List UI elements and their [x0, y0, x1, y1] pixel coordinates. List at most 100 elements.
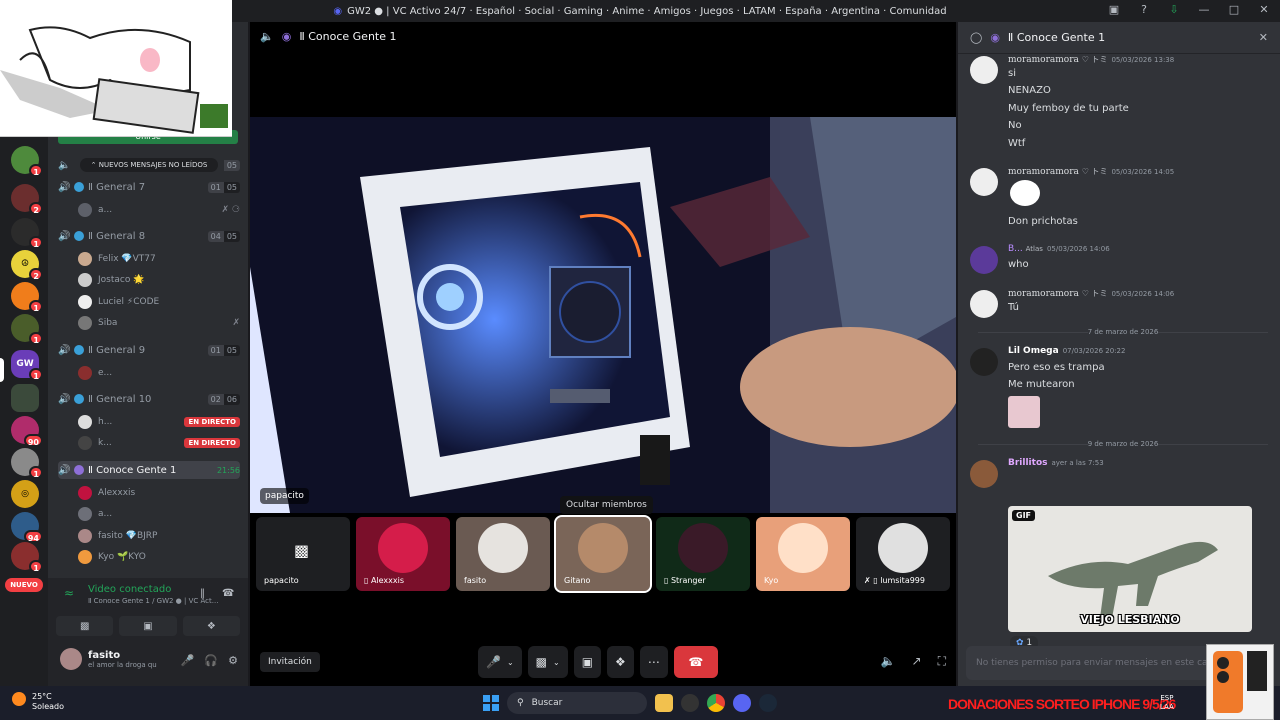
participant-tile[interactable]: Kyo — [756, 517, 850, 591]
user-name: h... — [98, 417, 113, 427]
avatar — [478, 523, 528, 573]
server-icon[interactable] — [11, 384, 39, 412]
voice-user[interactable]: a... — [78, 504, 240, 524]
channel-conoce-gente-1[interactable]: 🔊 Ⅱ Conoce Gente 1 21:56 — [58, 461, 240, 479]
camera-off-button[interactable]: ▩ — [56, 616, 114, 636]
gif-attachment[interactable]: GIF VIEJO LESBIANO — [1008, 506, 1252, 632]
voice-user[interactable]: Siba ✗ — [78, 313, 240, 333]
chevron-down-icon: ⌄ — [506, 657, 514, 667]
camera-button[interactable]: ▩ ⌄ — [527, 646, 568, 678]
weather-text: Soleado — [32, 702, 64, 711]
voice-user[interactable]: Alexxxis — [78, 483, 240, 503]
server-icon[interactable]: ☮ 2 — [11, 250, 43, 281]
invite-button[interactable]: Invitación — [260, 652, 320, 672]
voice-user[interactable]: h... EN DIRECTO — [78, 412, 240, 432]
server-icon[interactable]: ◎ — [11, 480, 39, 508]
voice-user[interactable]: k... EN DIRECTO — [78, 433, 240, 453]
share-screen-button[interactable]: ▣ — [573, 646, 602, 678]
server-icon[interactable]: 1 — [11, 448, 43, 479]
mention-badge: 1 — [29, 560, 43, 573]
participant-tile[interactable]: ▯ Alexxxis — [356, 517, 450, 591]
voice-user[interactable]: Felix 💎VT77 — [78, 249, 240, 269]
language-indicator[interactable]: ESP LAA — [1160, 694, 1174, 712]
volume-icon[interactable]: 🔈 — [881, 654, 896, 669]
voice-status: Video conectado — [88, 584, 172, 595]
message-text: Pero eso es trampa — [1008, 362, 1105, 373]
weather-widget[interactable]: 25°C Soleado — [12, 692, 64, 712]
phone-icon: ▯ — [364, 576, 371, 585]
file-explorer-icon[interactable] — [655, 694, 673, 712]
member-count: 01 05 — [207, 344, 240, 356]
disconnect-icon[interactable]: ☎ — [222, 588, 234, 599]
close-window-button[interactable]: ✕ — [1256, 3, 1272, 16]
channel-general-7[interactable]: 🔊 Ⅱ General 7 01 05 — [58, 178, 240, 196]
globe-icon — [74, 345, 84, 355]
voice-panel: ≈ Video conectado Ⅱ Conoce Gente 1 / GW2… — [48, 578, 248, 686]
settings-gear-icon[interactable]: ⚙ — [228, 654, 238, 667]
close-icon[interactable]: ✕ — [1259, 31, 1268, 44]
participant-tile[interactable]: Gitano — [554, 515, 652, 593]
voice-user[interactable]: Luciel ⚡CODE — [78, 292, 240, 312]
hang-up-button[interactable]: ☎ — [673, 646, 718, 678]
fullscreen-icon[interactable]: ⛶ — [938, 654, 946, 669]
participant-name: fasito — [464, 576, 487, 585]
steam-icon[interactable] — [759, 694, 777, 712]
headphones-icon[interactable]: 🎧 — [204, 654, 218, 667]
app-icon[interactable] — [681, 694, 699, 712]
voice-user[interactable]: a... ✗ ⚆ — [78, 200, 240, 220]
start-button[interactable] — [483, 695, 499, 711]
minimize-button[interactable]: — — [1196, 3, 1212, 16]
activities-button[interactable]: ❖ — [607, 646, 634, 678]
server-icon[interactable]: 94 — [11, 512, 43, 543]
maximize-button[interactable]: □ — [1226, 3, 1242, 16]
server-icon[interactable]: 1 — [11, 314, 43, 345]
server-icon[interactable]: 90 — [11, 416, 43, 447]
stage-header: 🔈 ◉ Ⅱ Conoce Gente 1 — [260, 30, 397, 43]
participant-tile[interactable]: ▯ Stranger — [656, 517, 750, 591]
activities-button[interactable]: ❖ — [182, 616, 240, 636]
server-icon[interactable]: 1 — [11, 218, 43, 249]
microphone-button[interactable]: 🎤 ⌄ — [478, 646, 522, 678]
channel-general-8[interactable]: 🔊 Ⅱ General 8 04 05 — [58, 227, 240, 245]
count-a: 02 — [207, 393, 224, 405]
server-gw2-icon[interactable]: GW 1 — [11, 350, 43, 381]
current-user[interactable]: fasito el amor la droga qu — [60, 648, 157, 670]
voice-user[interactable]: Jostaco 🌟 — [78, 270, 240, 290]
channel-general-10[interactable]: 🔊 Ⅱ General 10 02 06 — [58, 390, 240, 408]
avatar — [970, 246, 998, 274]
avatar — [778, 523, 828, 573]
globe-icon — [74, 182, 84, 192]
member-count: 04 05 — [207, 230, 240, 242]
voice-channel[interactable]: Ⅱ Conoce Gente 1 / GW2 ● | VC Act... — [88, 597, 218, 605]
participant-tile[interactable]: ✗ ▯ lumsita999 — [856, 517, 950, 591]
server-icon[interactable]: 1 — [11, 282, 43, 313]
voice-user[interactable]: Kyo 🌱KYO — [78, 547, 240, 567]
download-icon[interactable]: ⇩ — [1166, 3, 1182, 16]
server-icon[interactable]: 1 — [11, 542, 43, 573]
inbox-icon[interactable]: ▣ — [1106, 3, 1122, 16]
voice-user[interactable]: fasito 💎BJRP — [78, 526, 240, 546]
image-attachment[interactable] — [1008, 396, 1040, 428]
server-icon[interactable]: 1 — [11, 146, 43, 177]
speaker-icon: 🔊 — [58, 393, 71, 405]
taskbar-search[interactable]: ⚲ Buscar — [507, 692, 647, 714]
participant-tile[interactable]: ▩ papacito — [256, 517, 350, 591]
message-author: moramoramora — [1008, 289, 1079, 299]
popout-icon[interactable]: ↗ — [912, 654, 922, 669]
microphone-icon[interactable]: 🎤 — [181, 654, 195, 667]
share-screen-button[interactable]: ▣ — [119, 616, 177, 636]
participant-tile[interactable]: fasito — [456, 517, 550, 591]
more-button[interactable]: ⋯ — [639, 646, 668, 678]
chrome-icon[interactable] — [707, 694, 725, 712]
channel-general-9[interactable]: 🔊 Ⅱ General 9 01 05 — [58, 341, 240, 359]
noise-icon[interactable]: ‖ — [200, 588, 205, 599]
video-stream[interactable]: papacito — [250, 117, 956, 513]
discord-icon[interactable] — [733, 694, 751, 712]
user-status: el amor la droga qu — [88, 660, 157, 669]
voice-user[interactable]: e... — [78, 363, 240, 383]
new-messages-pill[interactable]: ⌃ NUEVOS MENSAJES NO LEÍDOS — [80, 158, 218, 172]
help-icon[interactable]: ? — [1136, 3, 1152, 16]
new-badge[interactable]: NUEVO — [5, 578, 43, 592]
message-header: Lil Omega 07/03/2026 20:22 — [1008, 346, 1125, 356]
server-icon[interactable]: 2 — [11, 184, 43, 215]
